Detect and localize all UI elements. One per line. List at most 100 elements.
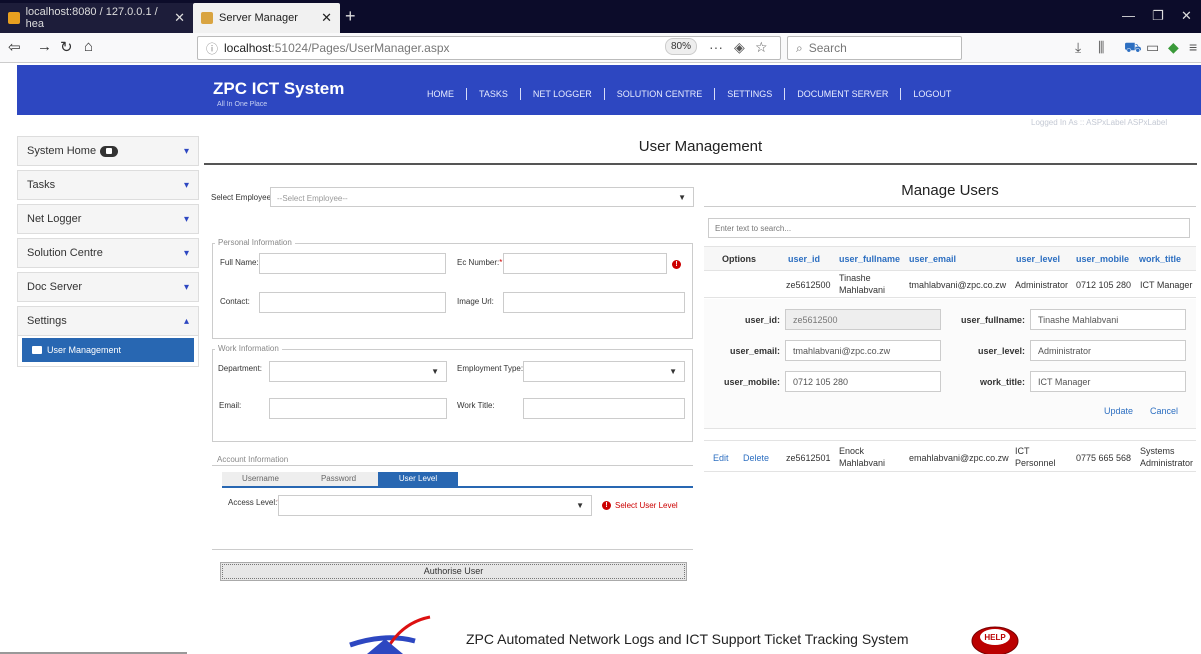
sidebar-item-system-home[interactable]: System Home ▾ (17, 136, 199, 166)
column-header-user-level[interactable]: user_level (1016, 254, 1060, 264)
nav-logout[interactable]: LOGOUT (901, 88, 963, 100)
sidebar-item-net-logger[interactable]: Net Logger ▾ (17, 204, 199, 234)
access-level-label: Access Level:* (228, 498, 280, 507)
column-header-user-fullname[interactable]: user_fullname (839, 254, 900, 264)
ec-number-field[interactable] (503, 253, 667, 274)
page-title: User Management (638, 138, 763, 155)
reload-icon[interactable]: ↻ (60, 38, 73, 56)
forward-icon[interactable]: → (37, 38, 52, 55)
department-dropdown[interactable]: ▼ (269, 361, 447, 382)
close-icon[interactable]: ✕ (321, 10, 332, 26)
edit-link[interactable]: Edit (713, 453, 729, 463)
edit-user-level-field[interactable]: Administrator (1030, 340, 1186, 361)
cell-mobile: 0775 665 568 (1076, 453, 1132, 463)
nav-solution-centre[interactable]: SOLUTION CENTRE (605, 88, 716, 100)
tab-user-level[interactable]: User Level (378, 472, 458, 486)
column-header-options: Options (722, 254, 756, 264)
image-url-field[interactable] (503, 292, 685, 313)
sidebar-item-label: User Management (47, 345, 122, 355)
back-icon[interactable]: ⇦ (8, 38, 21, 56)
full-name-label: Full Name: (220, 258, 259, 267)
edit-user-fullname-field[interactable]: Tinashe Mahlabvani (1030, 309, 1186, 330)
info-icon[interactable]: ⓘ (206, 40, 218, 57)
authorise-user-button[interactable]: Authorise User (220, 562, 687, 581)
select-employee-dropdown[interactable]: --Select Employee-- ▼ (270, 187, 694, 207)
browser-tab-server-manager[interactable]: Server Manager ✕ (193, 3, 340, 33)
divider (212, 465, 693, 466)
cell-email: tmahlabvani@zpc.co.zw (909, 280, 1007, 290)
edit-work-title-field[interactable]: ICT Manager (1030, 371, 1186, 392)
contact-field[interactable] (259, 292, 446, 313)
bookmark-star-icon[interactable]: ☆ (755, 39, 768, 56)
chevron-down-icon: ▾ (183, 179, 189, 191)
access-level-dropdown[interactable]: ▼ (278, 495, 592, 516)
sidebar-icon[interactable]: ▭ (1146, 39, 1159, 56)
full-name-field[interactable] (259, 253, 446, 274)
pocket-icon[interactable]: ◈ (734, 39, 745, 56)
account-info-legend: Account Information (217, 455, 289, 464)
nav-home[interactable]: HOME (415, 88, 467, 100)
column-header-user-mobile[interactable]: user_mobile (1076, 254, 1129, 264)
browser-tab-label: localhost:8080 / 127.0.0.1 / hea (25, 6, 158, 30)
column-header-user-id[interactable]: user_id (788, 254, 820, 264)
sidebar-item-label: Doc Server (27, 281, 83, 293)
cell-level-first: ICT (1015, 446, 1030, 456)
cancel-link[interactable]: Cancel (1150, 406, 1178, 416)
browser-tab-phpmyadmin[interactable]: localhost:8080 / 127.0.0.1 / hea ✕ (0, 3, 193, 33)
cell-fullname-last: Mahlabvani (839, 458, 886, 468)
column-header-user-email[interactable]: user_email (909, 254, 956, 264)
edit-user-mobile-label: user_mobile: (723, 377, 780, 387)
home-icon (100, 145, 119, 157)
sidebar-item-solution-centre[interactable]: Solution Centre ▾ (17, 238, 199, 268)
delete-link[interactable]: Delete (743, 453, 769, 463)
column-header-work-title[interactable]: work_title (1139, 254, 1181, 264)
restore-icon[interactable]: ❐ (1152, 8, 1164, 24)
menu-icon[interactable]: ≡ (1189, 39, 1197, 55)
update-link[interactable]: Update (1104, 406, 1133, 416)
browser-tab-bar: localhost:8080 / 127.0.0.1 / hea ✕ Serve… (0, 0, 1201, 33)
site-subtitle: All In One Place (217, 101, 268, 108)
work-title-field[interactable] (523, 398, 685, 419)
nav-net-logger[interactable]: NET LOGGER (521, 88, 605, 100)
home-icon[interactable]: ⌂ (84, 38, 93, 55)
zoom-indicator[interactable]: 80% (665, 38, 697, 55)
select-employee-value: --Select Employee-- (277, 194, 348, 203)
cell-fullname-last: Mahlabvani (839, 285, 886, 295)
minimize-icon[interactable]: — (1122, 8, 1135, 23)
nav-settings[interactable]: SETTINGS (715, 88, 786, 100)
addon-icon[interactable]: ◆ (1168, 39, 1179, 56)
chevron-down-icon: ▾ (183, 281, 189, 293)
sidebar-item-settings[interactable]: Settings ▴ (17, 306, 199, 336)
page-actions-icon[interactable]: ··· (709, 39, 723, 55)
site-title[interactable]: ZPC ICT System (213, 79, 344, 99)
help-button[interactable]: HELP (970, 624, 1020, 654)
sidebar-item-user-management[interactable]: User Management (22, 338, 194, 362)
close-icon[interactable]: ✕ (174, 10, 185, 26)
edit-user-email-field[interactable]: tmahlabvani@zpc.co.zw (785, 340, 941, 361)
nav-document-server[interactable]: DOCUMENT SERVER (785, 88, 902, 100)
cell-fullname-first: Tinashe (839, 273, 871, 283)
email-field[interactable] (269, 398, 447, 419)
grid-search-input[interactable]: Enter text to search... (708, 218, 1190, 238)
new-tab-plus-icon[interactable]: + (345, 6, 356, 27)
top-navigation: HOME TASKS NET LOGGER SOLUTION CENTRE SE… (415, 88, 963, 100)
edit-user-id-field: ze5612500 (785, 309, 941, 330)
sidebar-item-tasks[interactable]: Tasks ▾ (17, 170, 199, 200)
cell-mobile: 0712 105 280 (1076, 280, 1132, 290)
employment-type-dropdown[interactable]: ▼ (523, 361, 685, 382)
phpmyadmin-favicon-icon (8, 12, 20, 24)
sidebar-item-doc-server[interactable]: Doc Server ▾ (17, 272, 199, 302)
sidebar-item-label: System Home (27, 145, 97, 157)
edit-user-mobile-field[interactable]: 0712 105 280 (785, 371, 941, 392)
cart-icon[interactable]: ⛟ (1124, 39, 1142, 58)
cell-level: Administrator (1015, 280, 1069, 290)
tab-username[interactable]: Username (222, 472, 299, 486)
download-icon[interactable]: ⤓ (1075, 39, 1081, 56)
library-icon[interactable]: ⫼ (1098, 39, 1104, 56)
browser-nav-bar: ⇦ → ↻ ⌂ ⓘ localhost:51024/Pages/UserMana… (0, 33, 1201, 63)
nav-tasks[interactable]: TASKS (467, 88, 521, 100)
window-close-icon[interactable]: ✕ (1181, 8, 1192, 24)
browser-search-input[interactable]: ⌕ Search (787, 36, 962, 60)
tab-password[interactable]: Password (299, 472, 378, 486)
email-label: Email: (219, 401, 242, 410)
